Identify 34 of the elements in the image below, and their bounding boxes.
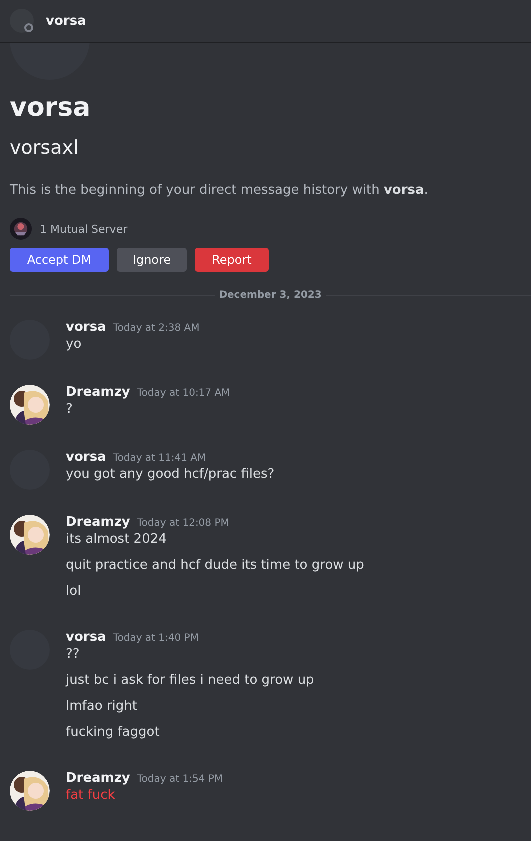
timestamp: Today at 10:17 AM	[137, 388, 230, 399]
message-text: lol	[66, 583, 82, 601]
timestamp: Today at 1:54 PM	[137, 774, 224, 785]
message-text: lmfao right	[66, 698, 138, 716]
username: vorsaxl	[10, 137, 80, 159]
intro-text: This is the beginning of your direct message history with vorsa.	[10, 183, 430, 198]
display-name: vorsa	[10, 93, 92, 123]
action-button[interactable]: Accept DM	[10, 248, 109, 272]
mutual-server-link[interactable]: 1 Mutual Server	[40, 222, 128, 236]
date-divider: December 3, 2023	[219, 290, 322, 301]
author-name[interactable]: Dreamzy	[66, 771, 130, 786]
message-text: just bc i ask for files i need to grow up	[66, 672, 314, 690]
author-name[interactable]: vorsa	[66, 450, 106, 465]
action-button[interactable]: Ignore	[117, 248, 187, 272]
author-name[interactable]: Dreamzy	[66, 515, 130, 530]
timestamp: Today at 11:41 AM	[113, 453, 206, 464]
author-name[interactable]: vorsa	[66, 320, 106, 335]
message-text: you got any good hcf/prac files?	[66, 466, 275, 484]
message-text: quit practice and hcf dude its time to grow up	[66, 557, 364, 575]
message-text: ?	[66, 401, 74, 419]
server-icon[interactable]	[10, 218, 32, 240]
message-text: its almost 2024	[66, 531, 168, 549]
timestamp: Today at 1:40 PM	[113, 633, 199, 644]
user-avatar	[10, 9, 34, 33]
action-button[interactable]: Report	[195, 248, 269, 272]
author-name[interactable]: vorsa	[66, 630, 106, 645]
timestamp: Today at 12:08 PM	[137, 518, 230, 529]
message-text: yo	[66, 336, 83, 354]
message-text: ??	[66, 646, 81, 664]
timestamp: Today at 2:38 AM	[113, 323, 200, 334]
message-text: fucking faggot	[66, 724, 161, 742]
author-name[interactable]: Dreamzy	[66, 385, 130, 400]
header-username: vorsa	[46, 14, 86, 28]
message-text: fat fuck	[66, 787, 116, 805]
